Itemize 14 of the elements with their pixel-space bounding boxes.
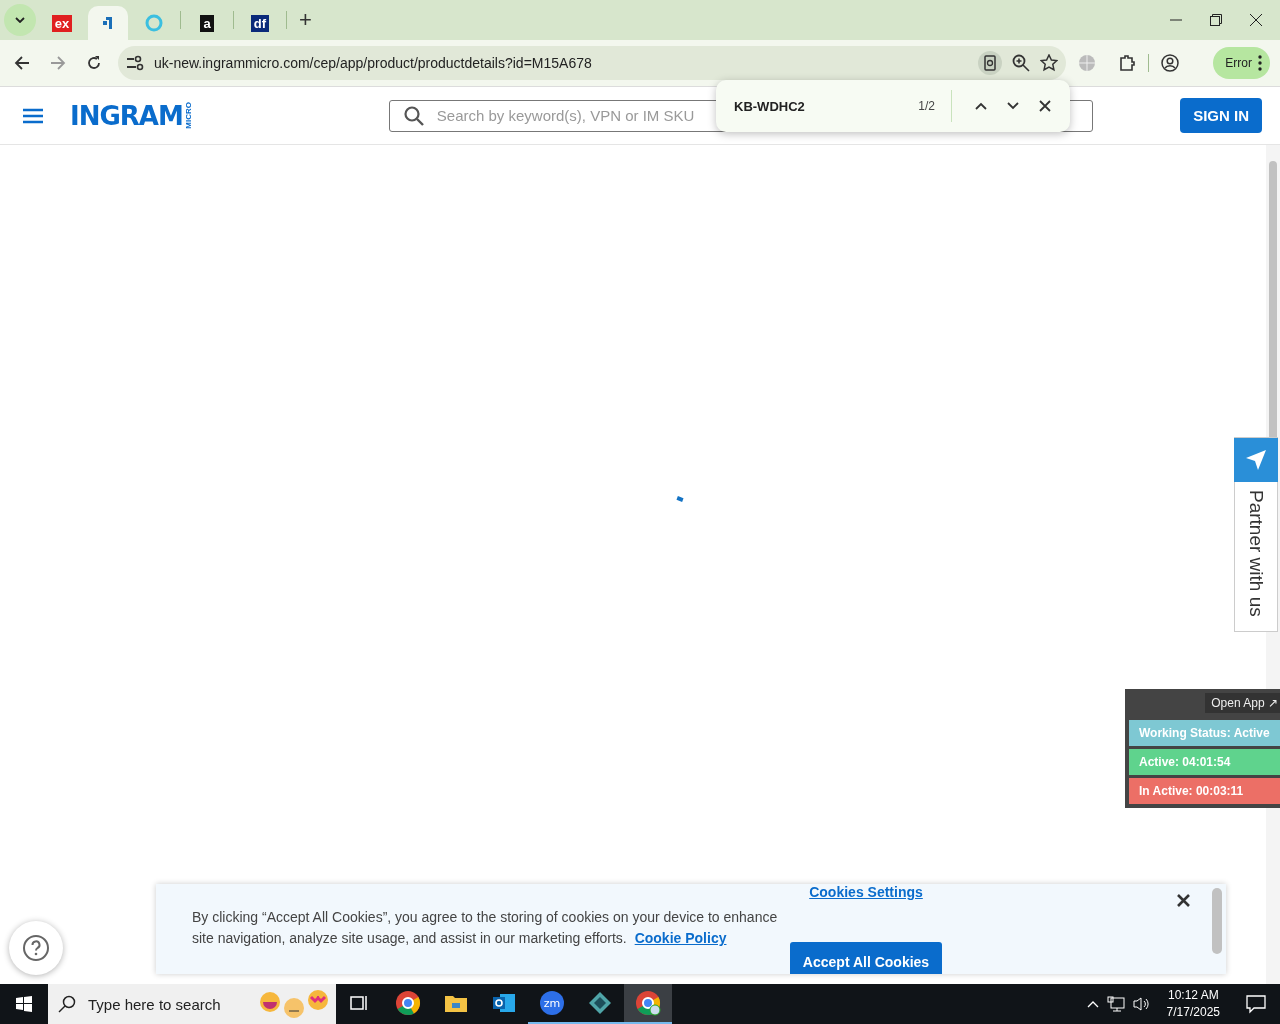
- match-count: 1/2: [918, 99, 935, 113]
- date-text: 7/17/2025: [1166, 1004, 1220, 1021]
- partner-label: Partner with us: [1245, 490, 1267, 617]
- time-text: 10:12 AM: [1167, 987, 1219, 1004]
- video-app-icon: zm: [539, 990, 565, 1016]
- logo-subtext: MICRO: [184, 102, 193, 129]
- status-row: Active: 04:01:54: [1129, 749, 1280, 775]
- status-row: In Active: 00:03:11: [1129, 778, 1280, 804]
- logo-text: INGRAM: [70, 100, 183, 131]
- status-row: Working Status: Active: [1129, 720, 1280, 746]
- tab-favicon: a: [200, 14, 214, 32]
- cookie-message: By clicking “Accept All Cookies”, you agree to the storing of cookies on your device to enhance site navigation, analyze site usage, and assist in our marketing efforts. Cookie Policy: [192, 908, 779, 948]
- tab-favicon: ex: [51, 14, 73, 32]
- tab-favicon: df: [250, 14, 270, 32]
